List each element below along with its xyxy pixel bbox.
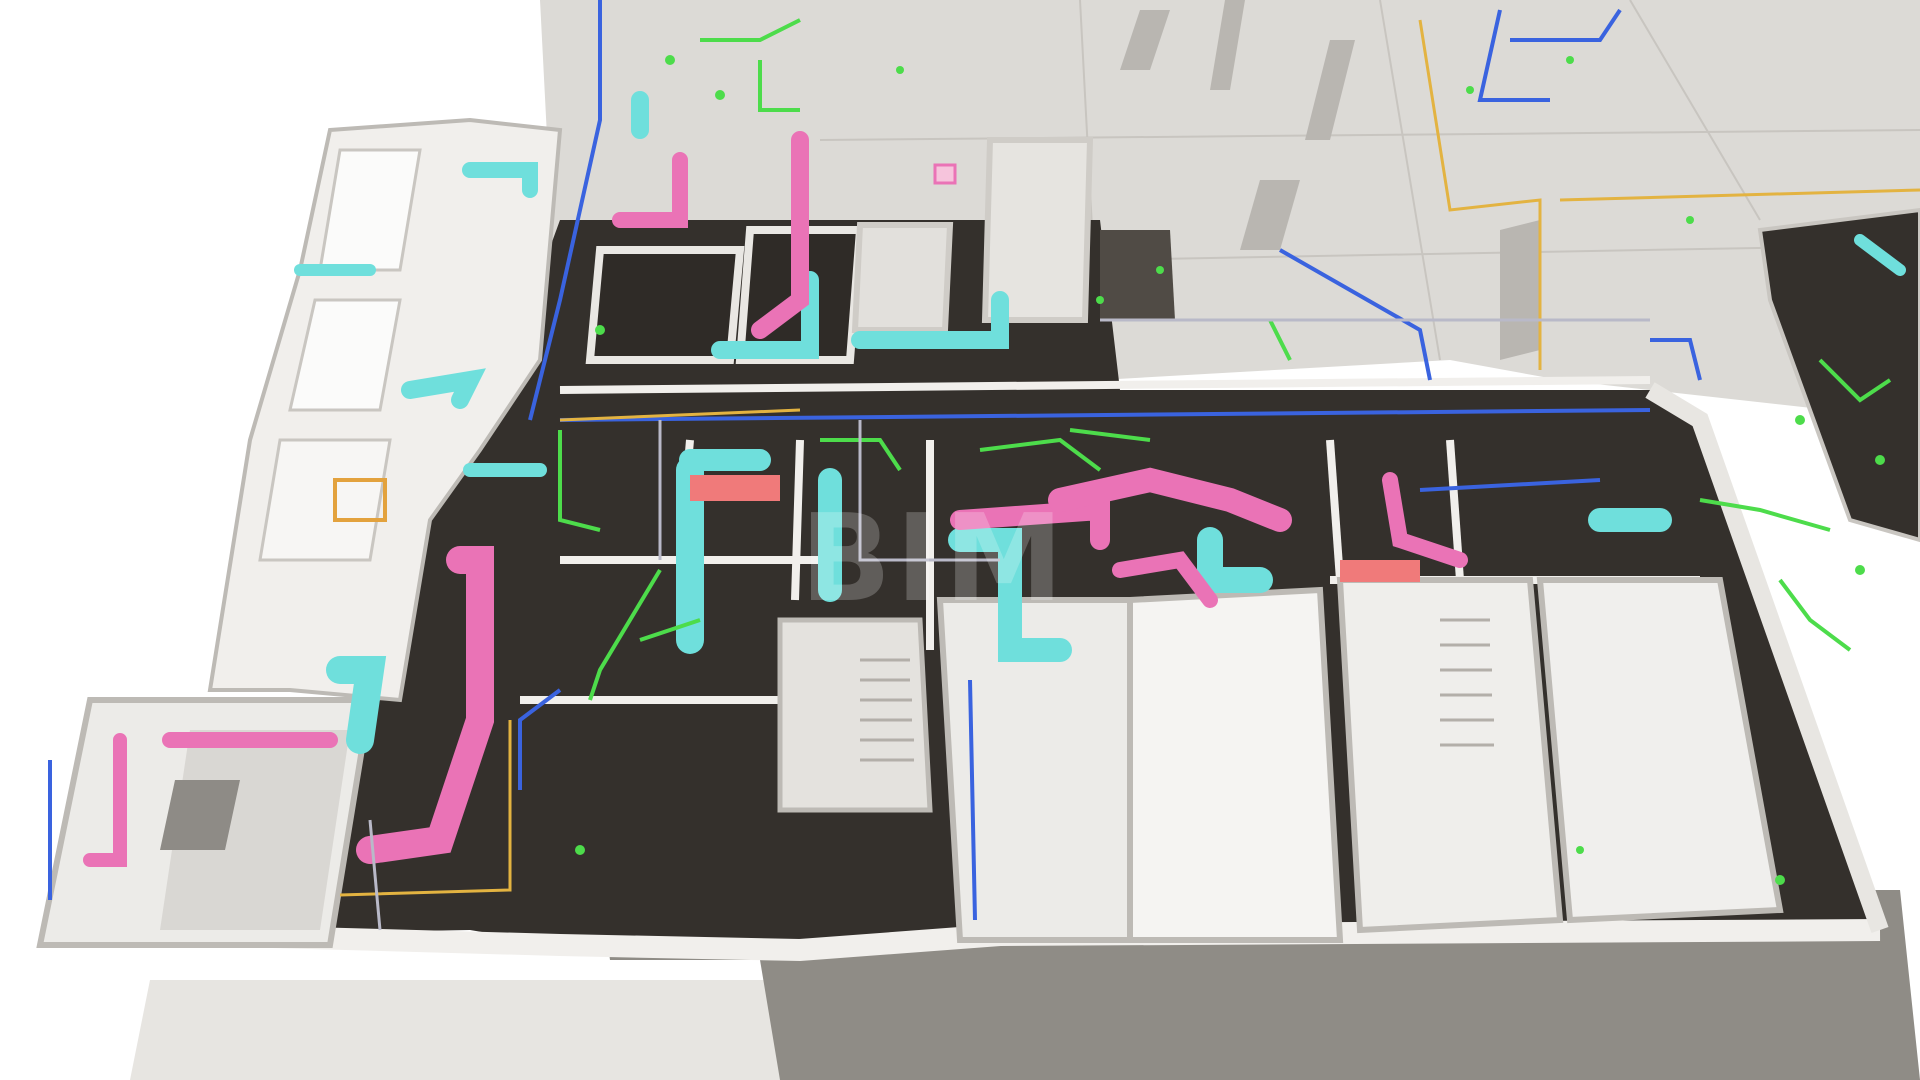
bim-model-render	[0, 0, 1920, 1080]
stair-room	[777, 617, 933, 813]
north-core	[851, 222, 954, 333]
south-room-3	[1336, 577, 1564, 934]
south-room-2	[1127, 586, 1344, 943]
north-room-d	[1100, 230, 1175, 320]
west-wing-room-3	[258, 438, 392, 562]
fixture-box	[933, 163, 957, 185]
